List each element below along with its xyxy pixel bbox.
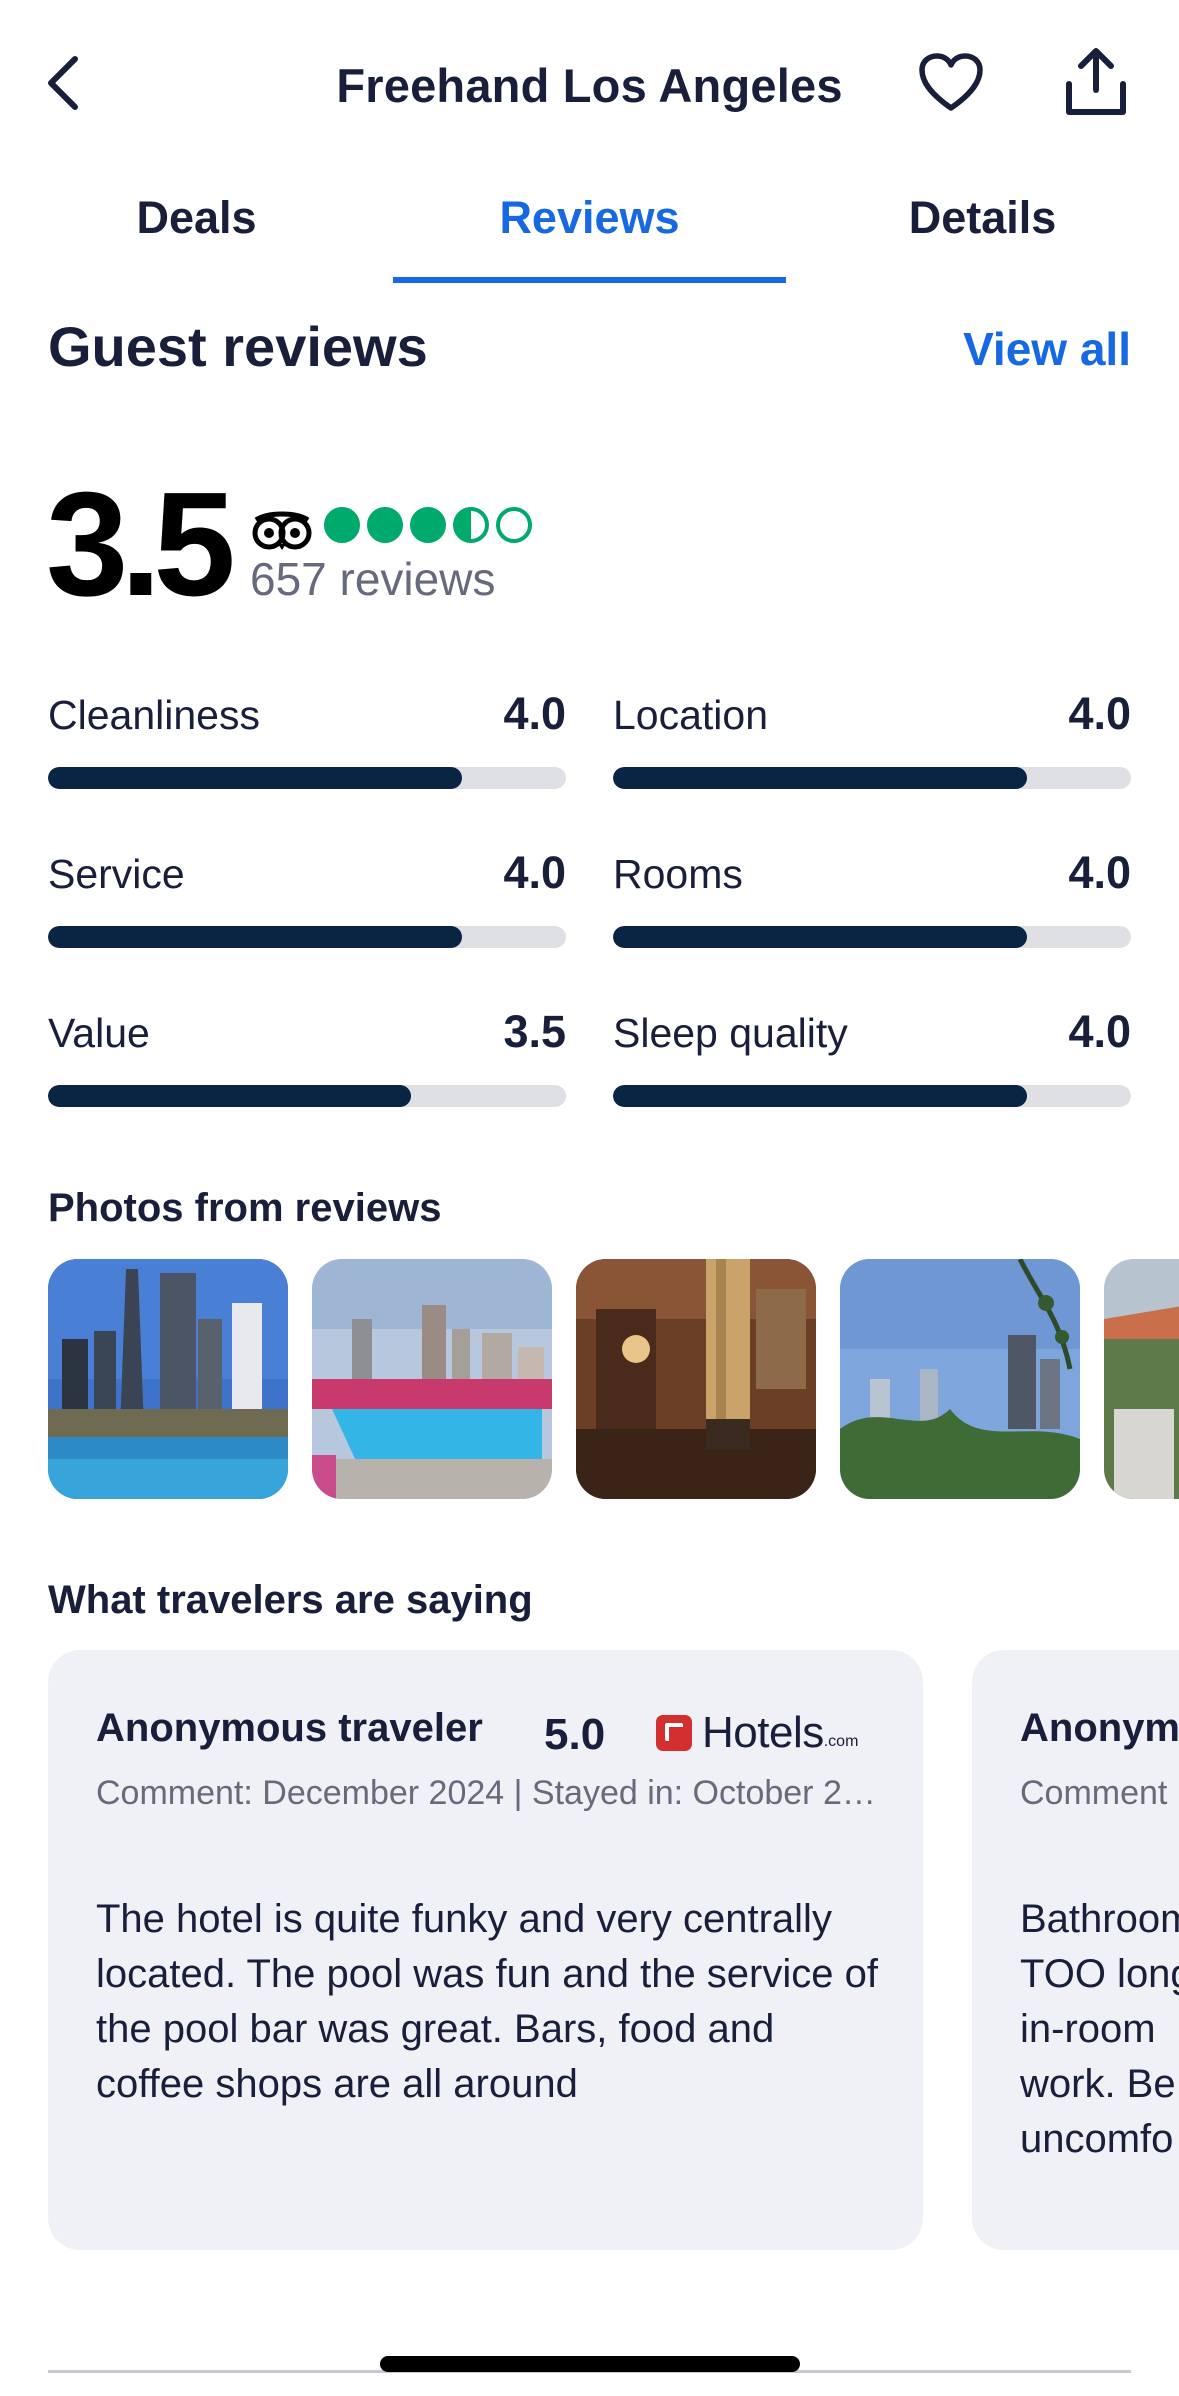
provider-name: Hotels: [702, 1708, 824, 1757]
review-count: 657 reviews: [250, 553, 496, 605]
tab-bar: Deals Reviews Details: [0, 170, 1179, 285]
rating-bar-fill: [48, 1085, 411, 1107]
rating-bar-fill: [613, 926, 1028, 948]
bubble-rating: [324, 507, 532, 543]
rating-bar: [48, 767, 566, 789]
review-card[interactable]: Anonymous traveler Comment Bathroom TOO …: [972, 1650, 1179, 2250]
hotels-com-logo-icon: [656, 1715, 692, 1751]
review-provider: Hotels .com: [656, 1708, 858, 1758]
rating-bar: [48, 1085, 566, 1107]
full-bubble-icon: [410, 507, 446, 543]
rating-label: Service: [48, 851, 185, 897]
section-title: Guest reviews: [48, 315, 428, 378]
review-author: Anonymous traveler: [96, 1706, 483, 1750]
home-indicator[interactable]: [380, 2356, 800, 2372]
tab-reviews[interactable]: Reviews: [393, 192, 786, 244]
rating-bar-fill: [48, 767, 463, 789]
half-bubble-icon: [453, 507, 489, 543]
rating-value: 4.0: [503, 847, 566, 898]
rating-value: 4.0: [1068, 1006, 1131, 1057]
top-bar: Freehand Los Angeles: [0, 0, 1179, 170]
rating-rooms: Rooms 4.0: [613, 847, 1131, 957]
heart-icon: [919, 53, 983, 111]
rating-bar: [613, 1085, 1131, 1107]
rating-label: Location: [613, 692, 769, 738]
rating-label: Sleep quality: [613, 1010, 848, 1056]
rating-bar: [613, 767, 1131, 789]
rating-value-for-money: Value 3.5: [48, 1006, 566, 1116]
hotel-title: Freehand Los Angeles: [336, 59, 843, 112]
review-text: The hotel is quite funky and very centra…: [96, 1897, 878, 2106]
rating-bar: [613, 926, 1131, 948]
review-meta: Comment: [1020, 1774, 1168, 1812]
full-bubble-icon: [367, 507, 403, 543]
active-tab-indicator: [393, 277, 786, 283]
tripadvisor-owl-icon: [252, 511, 312, 550]
review-photo[interactable]: [840, 1259, 1080, 1499]
rating-value: 4.0: [1068, 688, 1131, 739]
review-photo[interactable]: [1104, 1259, 1179, 1499]
review-text: Bathroom TOO long in-room work. Be uncom…: [1020, 1897, 1179, 2161]
rating-bar-fill: [613, 767, 1028, 789]
rating-label: Cleanliness: [48, 692, 260, 738]
rating-location: Location 4.0: [613, 688, 1131, 798]
tab-deals[interactable]: Deals: [0, 192, 393, 244]
provider-suffix: .com: [823, 1733, 859, 1750]
guest-reviews-header: Guest reviews View all: [48, 314, 1131, 384]
empty-bubble-icon: [496, 507, 532, 543]
review-photo[interactable]: [312, 1259, 552, 1499]
travelers-saying-title: What travelers are saying: [48, 1578, 533, 1622]
share-button[interactable]: [1063, 46, 1129, 118]
share-icon: [1066, 48, 1126, 115]
full-bubble-icon: [324, 507, 360, 543]
rating-value: 3.5: [503, 1006, 566, 1057]
rating-service: Service 4.0: [48, 847, 566, 957]
overall-score: 3.5: [46, 462, 236, 627]
review-meta: Comment: December 2024 | Stayed in: Octo…: [96, 1774, 886, 1812]
review-author: Anonymous traveler: [1020, 1706, 1179, 1750]
photos-title: Photos from reviews: [48, 1186, 442, 1230]
rating-value: 4.0: [503, 688, 566, 739]
rating-bar-fill: [613, 1085, 1028, 1107]
rating-label: Rooms: [613, 851, 743, 897]
tab-details[interactable]: Details: [786, 192, 1179, 244]
review-photo[interactable]: [48, 1259, 288, 1499]
review-cards-carousel[interactable]: Anonymous traveler 5.0 Hotels .com Comme…: [48, 1650, 1179, 2250]
rating-cleanliness: Cleanliness 4.0: [48, 688, 566, 798]
review-card[interactable]: Anonymous traveler 5.0 Hotels .com Comme…: [48, 1650, 923, 2250]
rating-label: Value: [48, 1010, 150, 1056]
favorite-button[interactable]: [918, 52, 984, 114]
review-photos-carousel[interactable]: [48, 1259, 1179, 1499]
rating-bar: [48, 926, 566, 948]
rating-sleep-quality: Sleep quality 4.0: [613, 1006, 1131, 1116]
rating-bar-fill: [48, 926, 463, 948]
review-photo[interactable]: [576, 1259, 816, 1499]
rating-value: 4.0: [1068, 847, 1131, 898]
view-all-link[interactable]: View all: [963, 322, 1131, 376]
review-score: 5.0: [544, 1710, 606, 1759]
